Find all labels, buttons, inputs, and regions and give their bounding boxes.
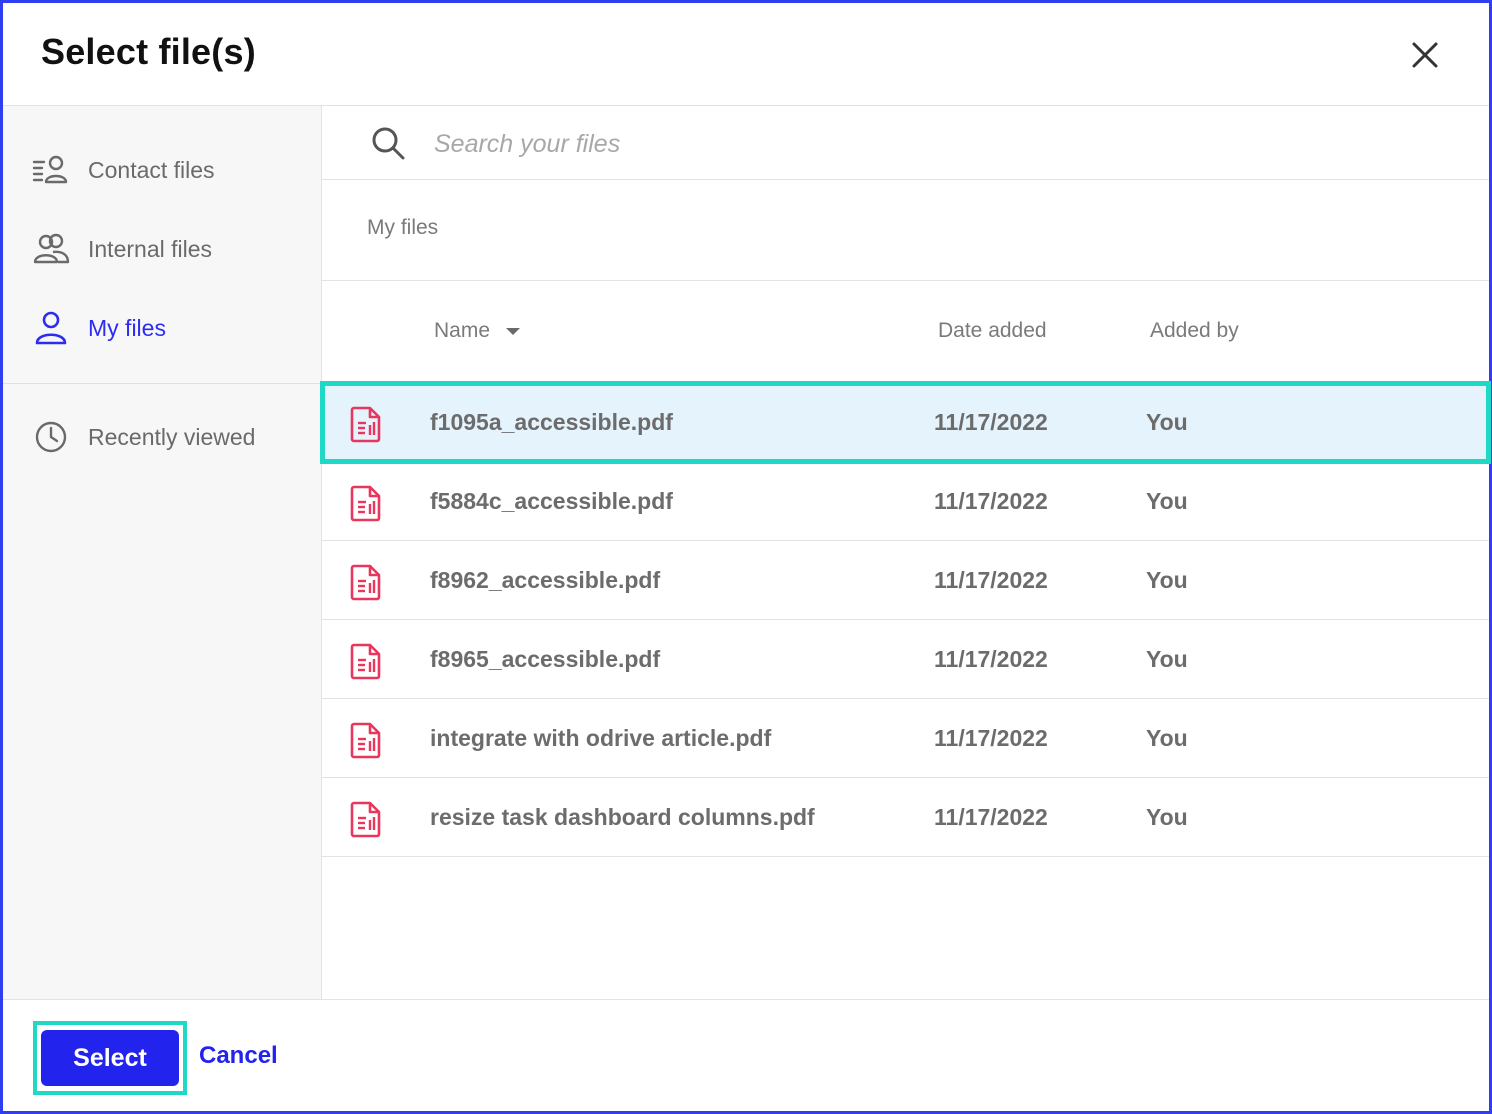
file-date-added: 11/17/2022 (934, 804, 1048, 830)
select-files-dialog: Select file(s) Contact files Internal fi… (0, 0, 1492, 1114)
sidebar-divider (3, 383, 321, 384)
breadcrumb[interactable]: My files (367, 216, 438, 240)
sidebar-item-internal-files[interactable]: Internal files (3, 219, 321, 279)
file-list: f1095a_accessible.pdf 11/17/2022 You f5884c… (320, 381, 1491, 857)
dialog-header: Select file(s) (3, 3, 1489, 106)
file-added-by: You (1146, 804, 1188, 830)
pdf-file-icon (350, 722, 381, 759)
dialog-title: Select file(s) (41, 31, 256, 72)
file-added-by: You (1146, 567, 1188, 593)
file-name: f8962_accessible.pdf (430, 567, 661, 593)
pdf-file-icon (350, 485, 381, 522)
contact-files-icon (32, 155, 68, 184)
close-button[interactable] (1405, 35, 1445, 75)
file-date-added: 11/17/2022 (934, 646, 1048, 672)
file-added-by: You (1146, 646, 1188, 672)
sidebar-item-label: My files (88, 314, 166, 341)
sidebar-item-label: Recently viewed (88, 423, 256, 450)
file-name: f1095a_accessible.pdf (430, 409, 673, 435)
column-header-added-by[interactable]: Added by (1150, 319, 1239, 343)
pdf-file-icon (350, 406, 381, 443)
file-date-added: 11/17/2022 (934, 567, 1048, 593)
table-row[interactable]: f5884c_accessible.pdf 11/17/2022 You (322, 462, 1489, 541)
file-date-added: 11/17/2022 (934, 488, 1048, 514)
search-icon (372, 127, 405, 160)
user-icon (35, 311, 67, 345)
sidebar-item-contact-files[interactable]: Contact files (3, 140, 321, 200)
file-name: f8965_accessible.pdf (430, 646, 661, 672)
sort-down-icon (506, 328, 521, 335)
file-added-by: You (1146, 488, 1188, 514)
sidebar-item-recently-viewed[interactable]: Recently viewed (3, 407, 321, 467)
file-name: integrate with odrive article.pdf (430, 725, 772, 751)
search-input[interactable] (432, 120, 1136, 168)
file-date-added: 11/17/2022 (934, 725, 1048, 751)
search-bar (322, 106, 1489, 180)
file-date-added: 11/17/2022 (934, 409, 1048, 435)
sidebar: Contact files Internal files My files Re… (3, 106, 322, 999)
column-header-name[interactable]: Name (434, 319, 522, 343)
table-row[interactable]: f1095a_accessible.pdf 11/17/2022 You (320, 381, 1491, 464)
pdf-file-icon (350, 643, 381, 680)
table-row[interactable]: f8962_accessible.pdf 11/17/2022 You (322, 541, 1489, 620)
sidebar-item-label: Contact files (88, 156, 215, 183)
sidebar-item-my-files[interactable]: My files (3, 298, 321, 358)
file-browser: My files Name Date added Added by f1095a… (320, 106, 1491, 999)
clock-icon (35, 421, 67, 453)
sidebar-item-label: Internal files (88, 235, 213, 262)
select-button[interactable]: Select (41, 1030, 179, 1086)
file-added-by: You (1146, 725, 1188, 751)
file-name: resize task dashboard columns.pdf (430, 804, 815, 830)
table-row[interactable]: integrate with odrive article.pdf 11/17/2… (322, 699, 1489, 778)
file-added-by: You (1146, 409, 1188, 435)
table-row[interactable]: f8965_accessible.pdf 11/17/2022 You (322, 620, 1489, 699)
users-icon (33, 233, 70, 264)
pdf-file-icon (350, 801, 381, 838)
pdf-file-icon (350, 564, 381, 601)
table-row[interactable]: resize task dashboard columns.pdf 11/17/2… (322, 778, 1489, 857)
column-header-date[interactable]: Date added (938, 319, 1047, 343)
cancel-button[interactable]: Cancel (199, 1042, 278, 1070)
column-label: Name (434, 319, 491, 342)
dialog-footer: Select Cancel (3, 999, 1489, 1111)
divider (322, 280, 1489, 281)
file-name: f5884c_accessible.pdf (430, 488, 673, 514)
close-icon (1412, 42, 1438, 68)
